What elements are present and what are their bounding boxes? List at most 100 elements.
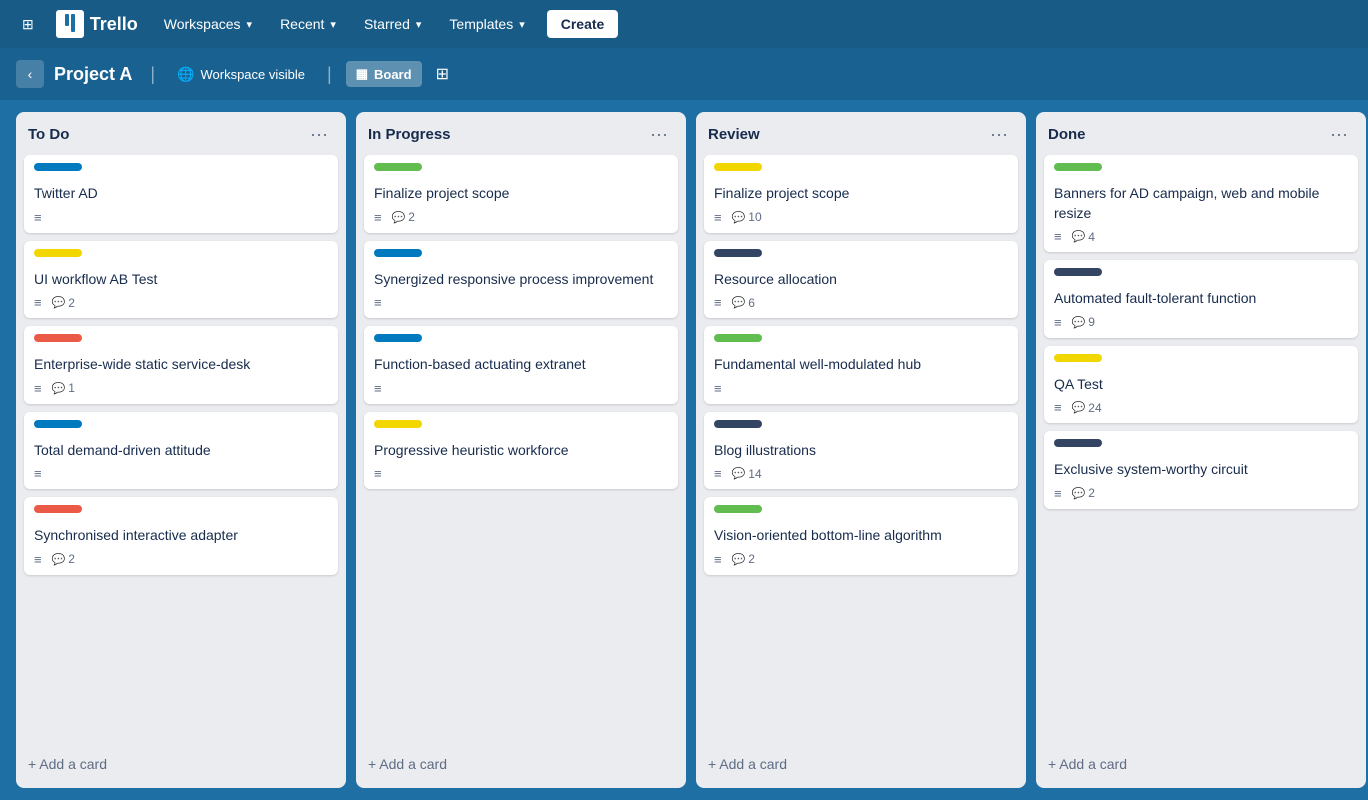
card-card-2[interactable]: UI workflow AB Test≡💬2 (24, 241, 338, 319)
recent-menu[interactable]: Recent ▾ (270, 10, 346, 38)
workspace-visibility-button[interactable]: 🌐 Workspace visible (169, 62, 313, 87)
create-button[interactable]: Create (547, 10, 619, 38)
globe-icon: 🌐 (177, 66, 194, 83)
top-nav: ⊞ Trello Workspaces ▾ Recent ▾ Starred ▾… (0, 0, 1368, 48)
board-view-label: Board (374, 67, 412, 82)
recent-label: Recent (280, 16, 324, 32)
column-header-todo: To Do··· (16, 112, 346, 155)
comment-count: 💬9 (1072, 315, 1095, 329)
card-card-17[interactable]: QA Test≡💬24 (1044, 346, 1358, 424)
card-label-color (1054, 163, 1102, 171)
card-label-color (714, 505, 762, 513)
card-label-color (374, 334, 422, 342)
starred-menu[interactable]: Starred ▾ (354, 10, 431, 38)
card-title: Banners for AD campaign, web and mobile … (1054, 184, 1348, 223)
card-footer: ≡💬2 (34, 552, 328, 567)
board-view-button[interactable]: ▦ Board (346, 61, 422, 87)
card-card-9[interactable]: Progressive heuristic workforce≡ (364, 412, 678, 490)
comment-count: 💬2 (392, 210, 415, 224)
trello-logo-icon (56, 10, 84, 38)
chevron-down-icon: ▾ (330, 18, 336, 31)
card-card-13[interactable]: Blog illustrations≡💬14 (704, 412, 1018, 490)
card-footer: ≡💬2 (374, 210, 668, 225)
board-icon: ▦ (356, 66, 368, 82)
card-label-color (1054, 268, 1102, 276)
card-footer: ≡ 💬6 (714, 295, 1008, 310)
cards-container-done: Banners for AD campaign, web and mobile … (1036, 155, 1366, 744)
comment-icon: 💬 (1072, 316, 1086, 329)
card-label-color (714, 163, 762, 171)
comment-icon: 💬 (392, 211, 406, 224)
description-icon: ≡ (34, 466, 42, 481)
card-card-12[interactable]: Fundamental well-modulated hub≡ (704, 326, 1018, 404)
card-title: Resource allocation (714, 270, 1008, 290)
comment-icon: 💬 (52, 382, 66, 395)
column-menu-button-review[interactable]: ··· (984, 122, 1014, 147)
grid-icon[interactable]: ⊞ (12, 10, 44, 39)
column-menu-button-done[interactable]: ··· (1324, 122, 1354, 147)
card-title: Blog illustrations (714, 441, 1008, 461)
card-footer: ≡💬2 (714, 552, 1008, 567)
templates-label: Templates (449, 16, 513, 32)
card-label-color (374, 420, 422, 428)
comment-icon: 💬 (1072, 401, 1086, 414)
card-card-16[interactable]: Automated fault-tolerant function≡💬9 (1044, 260, 1358, 338)
card-card-18[interactable]: Exclusive system-worthy circuit≡💬2 (1044, 431, 1358, 509)
card-title: Exclusive system-worthy circuit (1054, 460, 1348, 480)
card-card-11[interactable]: Resource allocation ≡ 💬6 (704, 241, 1018, 319)
comment-number: 2 (68, 552, 75, 566)
comment-count: 💬4 (1072, 230, 1095, 244)
card-title: Automated fault-tolerant function (1054, 289, 1348, 309)
workspaces-menu[interactable]: Workspaces ▾ (154, 10, 262, 38)
card-title: Finalize project scope (374, 184, 668, 204)
comment-count: 💬10 (732, 210, 762, 224)
sidebar-toggle-button[interactable]: ‹ (16, 60, 44, 88)
cards-container-in-progress: Finalize project scope ≡💬2 Synergized resp… (356, 155, 686, 744)
card-card-4[interactable]: Total demand-driven attitude≡ (24, 412, 338, 490)
comment-number: 2 (1088, 486, 1095, 500)
add-card-button-in-progress[interactable]: + Add a card (356, 748, 686, 780)
card-card-15[interactable]: Banners for AD campaign, web and mobile … (1044, 155, 1358, 252)
card-footer: ≡💬24 (1054, 400, 1348, 415)
description-icon: ≡ (1054, 486, 1062, 501)
card-card-1[interactable]: Twitter AD≡ (24, 155, 338, 233)
card-card-5[interactable]: Synchronised interactive adapter≡💬2 (24, 497, 338, 575)
add-card-button-done[interactable]: + Add a card (1036, 748, 1366, 780)
comment-count: 💬6 (732, 296, 755, 310)
description-icon: ≡ (34, 552, 42, 567)
comment-number: 6 (748, 296, 755, 310)
card-footer: ≡💬10 (714, 210, 1008, 225)
add-card-button-todo[interactable]: + Add a card (16, 748, 346, 780)
column-header-review: Review ··· (696, 112, 1026, 155)
expand-button[interactable]: ⊞ (432, 60, 453, 88)
card-footer: ≡ (714, 381, 1008, 396)
workspaces-label: Workspaces (164, 16, 241, 32)
workspace-label: Workspace visible (200, 67, 305, 82)
chevron-down-icon: ▾ (416, 18, 422, 31)
comment-number: 14 (748, 467, 761, 481)
cards-container-todo: Twitter AD≡UI workflow AB Test≡💬2Enterpr… (16, 155, 346, 744)
column-header-done: Done··· (1036, 112, 1366, 155)
add-card-button-review[interactable]: + Add a card (696, 748, 1026, 780)
card-card-14[interactable]: Vision-oriented bottom-line algorithm≡💬2 (704, 497, 1018, 575)
card-card-6[interactable]: Finalize project scope ≡💬2 (364, 155, 678, 233)
templates-menu[interactable]: Templates ▾ (439, 10, 534, 38)
card-card-7[interactable]: Synergized responsive process improvemen… (364, 241, 678, 319)
app-name: Trello (90, 14, 138, 35)
comment-count: 💬14 (732, 467, 762, 481)
card-label-color (34, 505, 82, 513)
chevron-down-icon: ▾ (519, 18, 525, 31)
card-card-3[interactable]: Enterprise-wide static service-desk≡💬1 (24, 326, 338, 404)
column-menu-button-in-progress[interactable]: ··· (644, 122, 674, 147)
card-label-color (34, 334, 82, 342)
card-footer: ≡💬2 (34, 295, 328, 310)
comment-number: 10 (748, 210, 761, 224)
card-title: Synergized responsive process improvemen… (374, 270, 668, 290)
card-card-8[interactable]: Function-based actuating extranet≡ (364, 326, 678, 404)
column-menu-button-todo[interactable]: ··· (304, 122, 334, 147)
column-title-review: Review (708, 126, 760, 143)
description-icon: ≡ (714, 295, 722, 310)
card-card-10[interactable]: Finalize project scope≡💬10 (704, 155, 1018, 233)
chevron-down-icon: ▾ (247, 18, 253, 31)
card-title: Twitter AD (34, 184, 328, 204)
